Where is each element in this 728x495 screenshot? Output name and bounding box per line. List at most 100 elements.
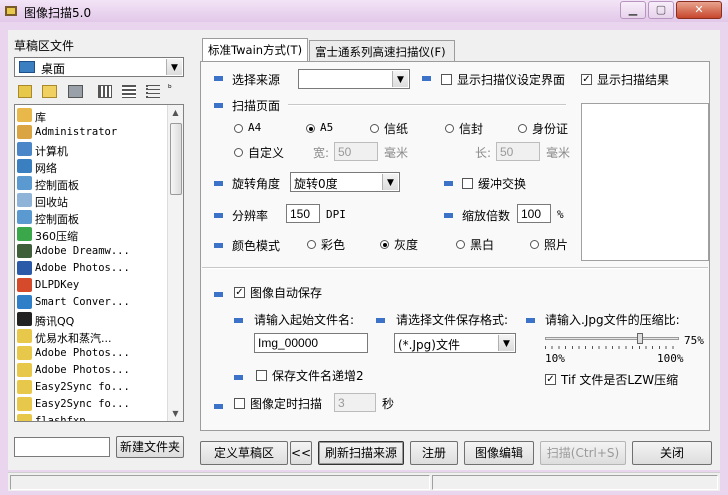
chevron-down-icon[interactable]: ▼ — [382, 174, 398, 190]
define-draft-button[interactable]: 定义草稿区 — [200, 441, 288, 465]
chevron-down-icon[interactable]: ▼ — [166, 59, 182, 75]
auto-save-checkbox[interactable]: ✓ — [234, 287, 245, 298]
resolution-input[interactable] — [286, 204, 320, 223]
tree-item-label: 控制面板 — [35, 213, 79, 226]
chevron-down-icon[interactable]: ▼ — [498, 335, 514, 351]
bullet-icon — [214, 103, 223, 108]
tree-item[interactable]: 计算机 — [17, 141, 167, 158]
tree-item[interactable]: Smart Conver... — [17, 294, 167, 311]
open-folder-icon[interactable] — [42, 85, 57, 98]
jpg-ratio-slider[interactable] — [545, 333, 679, 351]
close-window-button[interactable]: ✕ — [676, 1, 722, 19]
new-folder-button[interactable]: 新建文件夹 — [116, 436, 184, 458]
new-folder-input[interactable] — [14, 437, 110, 457]
radio-gray[interactable] — [380, 240, 389, 249]
tab-fujitsu[interactable]: 富士通系列高速扫描仪(F) — [309, 40, 455, 61]
buffer-label: 缓冲交换 — [478, 177, 527, 191]
details-view-icon[interactable]: ᵇ — [168, 84, 172, 94]
refresh-source-button[interactable]: 刷新扫描来源 — [318, 441, 404, 465]
file-tree[interactable]: 库 Administrator 计算机 网络 控制面板 回收站 控制面板 360压缩 Adobe… — [14, 104, 184, 422]
tree-item-label: Adobe Dreamw... — [35, 245, 130, 257]
folder-icon — [17, 125, 32, 139]
scan-result-preview — [581, 103, 709, 261]
tree-view-icon[interactable] — [146, 85, 160, 98]
tree-item-label: DLPDKey — [35, 279, 80, 291]
tree-item[interactable]: 360压缩 — [17, 226, 167, 243]
source-combo[interactable]: ▼ — [298, 69, 410, 89]
timer-checkbox[interactable] — [234, 398, 245, 409]
up-folder-icon[interactable] — [18, 85, 32, 98]
folder-icon — [17, 261, 32, 275]
image-edit-button[interactable]: 图像编辑 — [464, 441, 534, 465]
tree-item[interactable]: 库 — [17, 107, 167, 124]
radio-id-card[interactable] — [518, 124, 527, 133]
tree-item[interactable]: Easy2Sync fo... — [17, 396, 167, 413]
slider-ticks — [545, 346, 679, 349]
tree-item[interactable]: 优易水和蒸汽... — [17, 328, 167, 345]
timer-input[interactable] — [334, 393, 376, 412]
radio-letter[interactable] — [370, 124, 379, 133]
tree-item[interactable]: Administrator — [17, 124, 167, 141]
tif-lzw-checkbox[interactable]: ✓ — [545, 374, 556, 385]
radio-a4[interactable] — [234, 124, 243, 133]
tree-item[interactable]: Adobe Photos... — [17, 362, 167, 379]
format-combo[interactable]: (*.Jpg)文件 ▼ — [394, 333, 516, 353]
buffer-checkbox[interactable] — [462, 178, 473, 189]
list-view-icon[interactable] — [122, 85, 136, 98]
tab-twain[interactable]: 标准Twain方式(T) — [202, 38, 308, 62]
radio-custom[interactable] — [234, 148, 243, 157]
tree-item[interactable]: 回收站 — [17, 192, 167, 209]
maximize-button[interactable]: ▢ — [648, 1, 674, 19]
drive-combo[interactable]: 桌面 ▼ — [14, 57, 184, 77]
tree-item[interactable]: 控制面板 — [17, 209, 167, 226]
folder-icon — [17, 244, 32, 258]
register-button[interactable]: 注册 — [410, 441, 458, 465]
height-unit: 毫米 — [546, 146, 571, 160]
tree-item[interactable]: 控制面板 — [17, 175, 167, 192]
tree-item[interactable]: Adobe Dreamw... — [17, 243, 167, 260]
tree-item[interactable]: 腾讯QQ — [17, 311, 167, 328]
close-button[interactable]: 关闭 — [632, 441, 712, 465]
minimize-button[interactable]: ▁ — [620, 1, 646, 19]
large-icons-view-icon[interactable] — [98, 85, 112, 98]
bullet-icon — [376, 318, 385, 323]
increment-checkbox[interactable] — [256, 370, 267, 381]
radio-color-label: 彩色 — [321, 238, 346, 252]
scroll-up-icon[interactable]: ▲ — [168, 105, 183, 120]
radio-color[interactable] — [307, 240, 316, 249]
status-pane-1 — [10, 475, 430, 490]
collapse-button[interactable]: << — [290, 441, 312, 465]
scan-button[interactable]: 扫描(Ctrl+S) — [540, 441, 626, 465]
show-settings-checkbox[interactable] — [441, 74, 452, 85]
scroll-thumb[interactable] — [170, 123, 182, 195]
tree-item-label: 回收站 — [35, 196, 68, 209]
status-pane-2 — [432, 475, 718, 490]
width-input[interactable] — [334, 142, 378, 161]
height-input[interactable] — [496, 142, 540, 161]
slider-thumb[interactable] — [637, 333, 644, 344]
radio-photo[interactable] — [530, 240, 539, 249]
color-mode-label: 颜色模式 — [232, 239, 281, 253]
tree-item[interactable]: Adobe Photos... — [17, 345, 167, 362]
radio-bw[interactable] — [456, 240, 465, 249]
tree-item-label: Easy2Sync fo... — [35, 398, 130, 410]
source-label: 选择来源 — [232, 73, 281, 87]
radio-bw-label: 黑白 — [470, 238, 495, 252]
tree-item[interactable]: Adobe Photos... — [17, 260, 167, 277]
tree-item[interactable]: DLPDKey — [17, 277, 167, 294]
chevron-down-icon[interactable]: ▼ — [392, 71, 408, 87]
tree-item[interactable]: Easy2Sync fo... — [17, 379, 167, 396]
show-result-checkbox[interactable]: ✓ — [581, 74, 592, 85]
radio-envelope[interactable] — [445, 124, 454, 133]
radio-a5[interactable] — [306, 124, 315, 133]
tree-scrollbar[interactable]: ▲ ▼ — [167, 105, 183, 421]
folder-icon — [17, 312, 32, 326]
tree-item[interactable]: flashfxp — [17, 413, 167, 421]
folder-icon — [17, 176, 32, 190]
scroll-down-icon[interactable]: ▼ — [168, 406, 183, 421]
print-icon[interactable] — [68, 85, 83, 98]
filename-input[interactable] — [254, 333, 368, 353]
rotate-combo[interactable]: 旋转0度 ▼ — [290, 172, 400, 192]
zoom-input[interactable] — [517, 204, 551, 223]
tree-item[interactable]: 网络 — [17, 158, 167, 175]
